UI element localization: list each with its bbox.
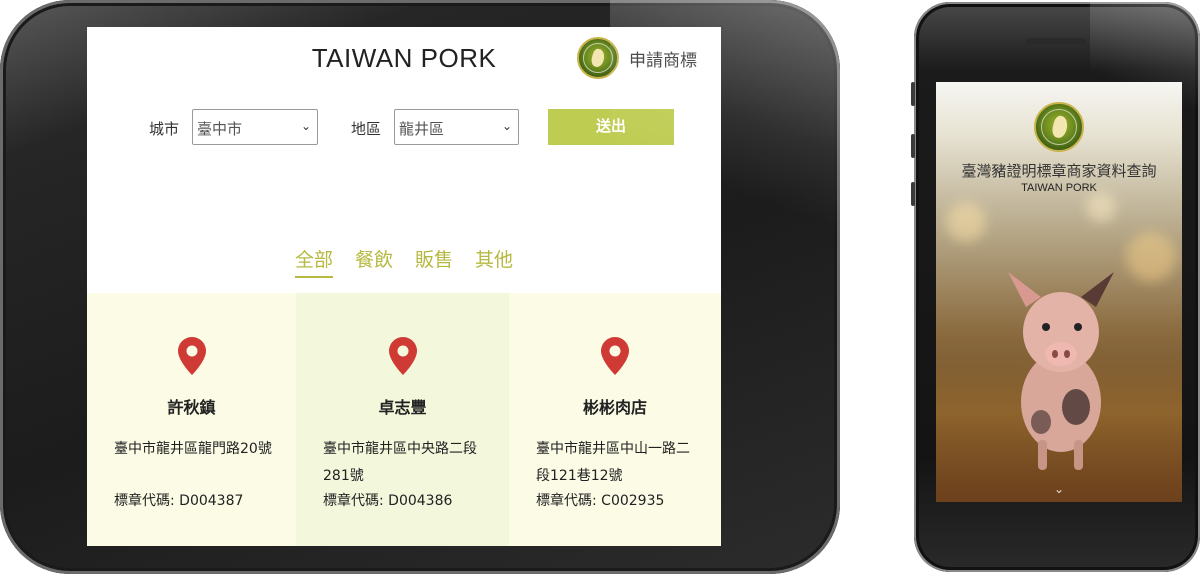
submit-button[interactable]: 送出 bbox=[548, 109, 674, 145]
city-label: 城市 bbox=[149, 120, 180, 138]
tab-other[interactable]: 其他 bbox=[475, 245, 513, 278]
tablet-screen: TAIWAN PORK 申請商標 城市 臺中市 ⌄ 地區 龍井區 ⌄ 送出 全部… bbox=[87, 27, 721, 546]
store-code: 標章代碼: D004387 bbox=[114, 493, 244, 509]
apply-trademark-link[interactable]: 申請商標 bbox=[629, 46, 697, 71]
phone-device-frame: 臺灣豬證明標章商家資料查詢 TAIWAN PORK ⌄ bbox=[911, 2, 1200, 572]
bokeh-light bbox=[1086, 192, 1116, 222]
phone-mute-button bbox=[911, 182, 915, 206]
map-pin-icon bbox=[388, 337, 417, 375]
taiwan-pig-logo-icon bbox=[1034, 102, 1084, 152]
brand-area[interactable]: 申請商標 bbox=[577, 37, 697, 79]
city-select-value: 臺中市 bbox=[197, 120, 243, 138]
store-name: 卓志豐 bbox=[378, 398, 427, 417]
store-name: 彬彬肉店 bbox=[582, 398, 647, 417]
tab-dining[interactable]: 餐飲 bbox=[355, 245, 393, 278]
store-card[interactable]: 卓志豐 臺中市龍井區中央路二段281號 標章代碼: D004386 bbox=[296, 293, 509, 546]
tab-retail[interactable]: 販售 bbox=[415, 245, 453, 278]
map-pin-icon bbox=[601, 337, 629, 375]
mobile-page-title: 臺灣豬證明標章商家資料查詢 bbox=[961, 162, 1157, 180]
district-select[interactable]: 龍井區 ⌄ bbox=[394, 109, 519, 145]
store-card[interactable]: 彬彬肉店 臺中市龍井區中山一路二段121巷12號 標章代碼: C002935 bbox=[509, 293, 721, 546]
chevron-down-icon: ⌄ bbox=[300, 119, 311, 133]
chevron-down-icon: ⌄ bbox=[501, 119, 512, 133]
category-tabs: 全部 餐飲 販售 其他 bbox=[87, 245, 721, 278]
tablet-device-frame: TAIWAN PORK 申請商標 城市 臺中市 ⌄ 地區 龍井區 ⌄ 送出 全部… bbox=[0, 0, 840, 574]
mobile-page-subtitle: TAIWAN PORK bbox=[1021, 182, 1097, 194]
store-name: 許秋鎮 bbox=[167, 398, 216, 417]
tab-all[interactable]: 全部 bbox=[294, 245, 333, 278]
store-card[interactable]: 許秋鎮 臺中市龍井區龍門路20號 標章代碼: D004387 bbox=[87, 293, 296, 546]
taiwan-pig-logo-icon bbox=[577, 37, 619, 79]
city-select[interactable]: 臺中市 ⌄ bbox=[192, 109, 318, 145]
store-cards: 許秋鎮 臺中市龍井區龍門路20號 標章代碼: D004387 卓志豐 臺中市龍井… bbox=[87, 293, 721, 546]
piglet-image bbox=[1008, 272, 1114, 470]
phone-speaker bbox=[1026, 38, 1086, 44]
store-address: 臺中市龍井區龍門路20號 bbox=[114, 441, 272, 457]
filter-row: 城市 臺中市 ⌄ 地區 龍井區 ⌄ 送出 bbox=[87, 109, 721, 145]
chevron-down-icon[interactable]: ⌄ bbox=[1054, 482, 1064, 496]
district-label: 地區 bbox=[351, 120, 382, 138]
store-code: 標章代碼: C002935 bbox=[536, 493, 665, 509]
phone-volume-up-button bbox=[911, 82, 915, 106]
store-address: 臺中市龍井區中山一路二段121巷12號 bbox=[536, 441, 690, 484]
phone-volume-down-button bbox=[911, 134, 915, 158]
phone-screen: 臺灣豬證明標章商家資料查詢 TAIWAN PORK ⌄ bbox=[936, 82, 1182, 502]
district-select-value: 龍井區 bbox=[399, 120, 445, 138]
bokeh-light bbox=[946, 202, 986, 242]
map-pin-icon bbox=[177, 337, 206, 375]
store-code: 標章代碼: D004386 bbox=[323, 493, 453, 509]
bokeh-light bbox=[1126, 232, 1176, 282]
store-address: 臺中市龍井區中央路二段281號 bbox=[323, 441, 477, 484]
